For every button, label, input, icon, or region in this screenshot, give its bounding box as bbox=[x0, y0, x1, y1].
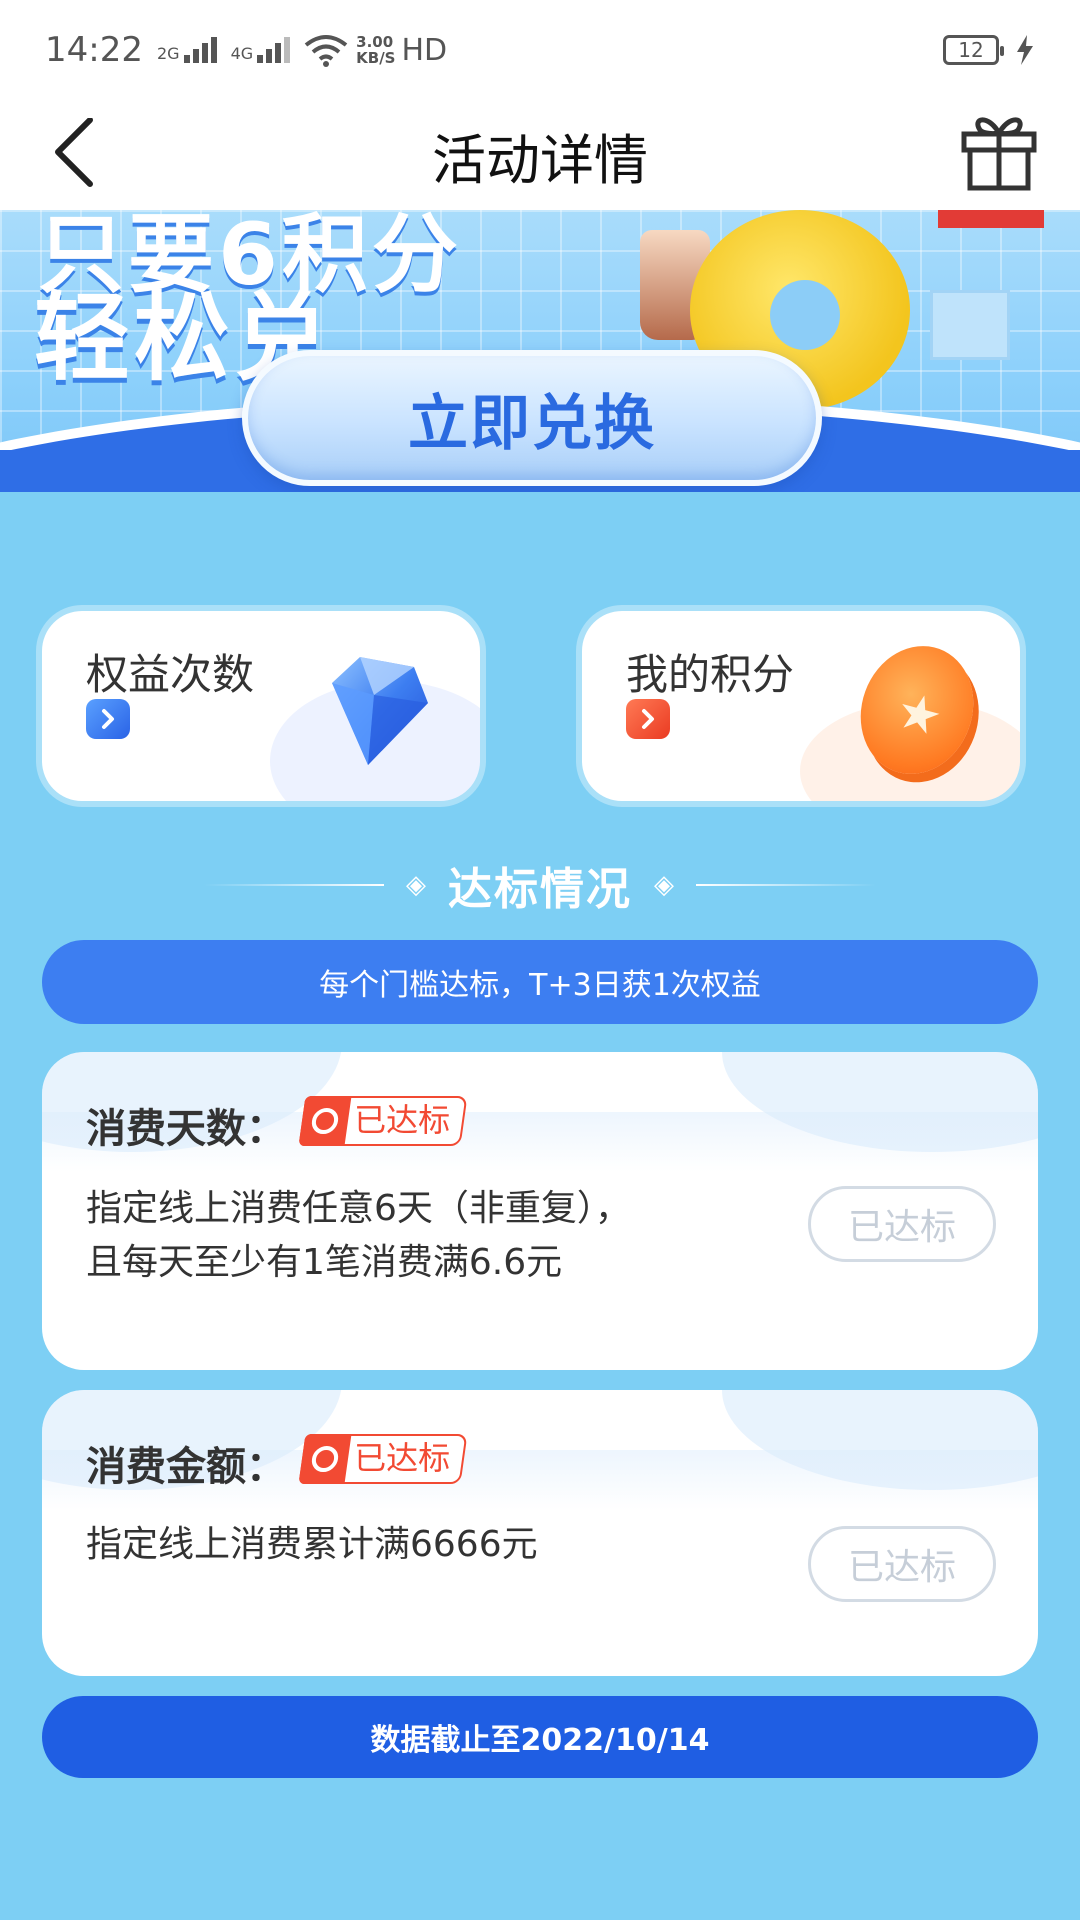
back-button[interactable] bbox=[42, 117, 112, 188]
hd-indicator: HD bbox=[401, 32, 448, 68]
achieved-badge-text: 已达标 bbox=[354, 1101, 451, 1139]
section-title-text: 达标情况 bbox=[448, 864, 632, 915]
banner-box-illustration bbox=[930, 290, 1010, 360]
achieved-badge: 已达标 bbox=[298, 1096, 468, 1146]
network-4g-label: 4G bbox=[230, 44, 254, 63]
diamond-deco-icon: ◈ bbox=[654, 870, 674, 900]
my-points-card[interactable]: 我的积分 ★ bbox=[582, 611, 1020, 801]
rule-banner: 每个门槛达标，T+3日获1次权益 bbox=[42, 940, 1038, 1024]
status-time: 14:22 bbox=[45, 30, 143, 70]
medal-icon bbox=[298, 1096, 352, 1146]
wifi-icon bbox=[304, 35, 348, 67]
exchange-now-button[interactable]: 立即兑换 bbox=[242, 350, 822, 486]
section-title: ◈ 达标情况 ◈ bbox=[0, 855, 1080, 915]
speed-value: 3.00 bbox=[356, 33, 394, 51]
data-date-banner: 数据截止至2022/10/14 bbox=[42, 1696, 1038, 1778]
requirement-description: 指定线上消费累计满6666元 bbox=[86, 1518, 538, 1572]
chevron-right-icon bbox=[102, 709, 114, 729]
medal-icon bbox=[298, 1434, 352, 1484]
achieved-badge: 已达标 bbox=[298, 1434, 468, 1484]
requirement-description: 指定线上消费任意6天（非重复）， 且每天至少有1笔消费满6.6元 bbox=[86, 1182, 631, 1290]
diamond-icon bbox=[332, 657, 428, 765]
speed-unit: KB/S bbox=[356, 49, 396, 67]
benefit-count-card[interactable]: 权益次数 bbox=[42, 611, 480, 801]
page-title: 活动详情 bbox=[432, 128, 648, 192]
requirement-card-days: 消费天数： 已达标 指定线上消费任意6天（非重复）， 且每天至少有1笔消费满6.… bbox=[42, 1052, 1038, 1370]
signal-bars-icon bbox=[183, 37, 217, 63]
chevron-right-icon bbox=[642, 709, 654, 729]
signal-2g: 2G bbox=[157, 37, 217, 63]
requirement-card-amount: 消费金额： 已达标 指定线上消费累计满6666元 已达标 bbox=[42, 1390, 1038, 1676]
exchange-now-label: 立即兑换 bbox=[408, 388, 656, 459]
banner-mascot-hole bbox=[770, 280, 840, 350]
banner-ribbon bbox=[938, 210, 1044, 228]
requirement-desc-line: 且每天至少有1笔消费满6.6元 bbox=[86, 1242, 563, 1283]
battery-level: 12 bbox=[958, 38, 984, 62]
network-2g-label: 2G bbox=[156, 44, 180, 63]
back-arrow-icon bbox=[55, 117, 93, 187]
gift-icon bbox=[961, 117, 1037, 191]
status-right: 12 bbox=[943, 35, 1035, 65]
divider-right bbox=[696, 884, 876, 886]
rule-text: 每个门槛达标，T+3日获1次权益 bbox=[319, 968, 761, 1003]
requirement-title: 消费天数： bbox=[86, 1106, 286, 1152]
battery-icon: 12 bbox=[943, 35, 1004, 65]
network-speed: 3.00 KB/S bbox=[356, 34, 395, 66]
data-date-text: 数据截止至2022/10/14 bbox=[370, 1723, 710, 1758]
my-points-arrow[interactable] bbox=[626, 699, 670, 739]
achieved-badge-text: 已达标 bbox=[354, 1439, 451, 1477]
status-button[interactable]: 已达标 bbox=[808, 1526, 996, 1602]
signal-4g: 4G bbox=[231, 37, 291, 63]
requirement-desc-line: 指定线上消费累计满6666元 bbox=[86, 1524, 538, 1565]
benefit-count-label: 权益次数 bbox=[86, 650, 255, 699]
promo-banner: 只要6积分 轻松兑 立即兑换 bbox=[0, 210, 1080, 492]
benefit-count-arrow[interactable] bbox=[86, 699, 130, 739]
requirement-title: 消费金额： bbox=[86, 1444, 286, 1490]
diamond-deco-icon: ◈ bbox=[406, 870, 426, 900]
nav-bar: 活动详情 bbox=[0, 100, 1080, 210]
charging-icon bbox=[1017, 35, 1033, 65]
gift-button[interactable] bbox=[958, 106, 1040, 192]
my-points-label: 我的积分 bbox=[626, 650, 795, 699]
requirement-desc-line: 指定线上消费任意6天（非重复）， bbox=[86, 1188, 631, 1229]
status-bar: 14:22 2G 4G 3.00 KB/S HD 12 bbox=[0, 0, 1080, 100]
status-button[interactable]: 已达标 bbox=[808, 1186, 996, 1262]
divider-left bbox=[204, 884, 384, 886]
signal-bars-icon bbox=[257, 37, 291, 63]
